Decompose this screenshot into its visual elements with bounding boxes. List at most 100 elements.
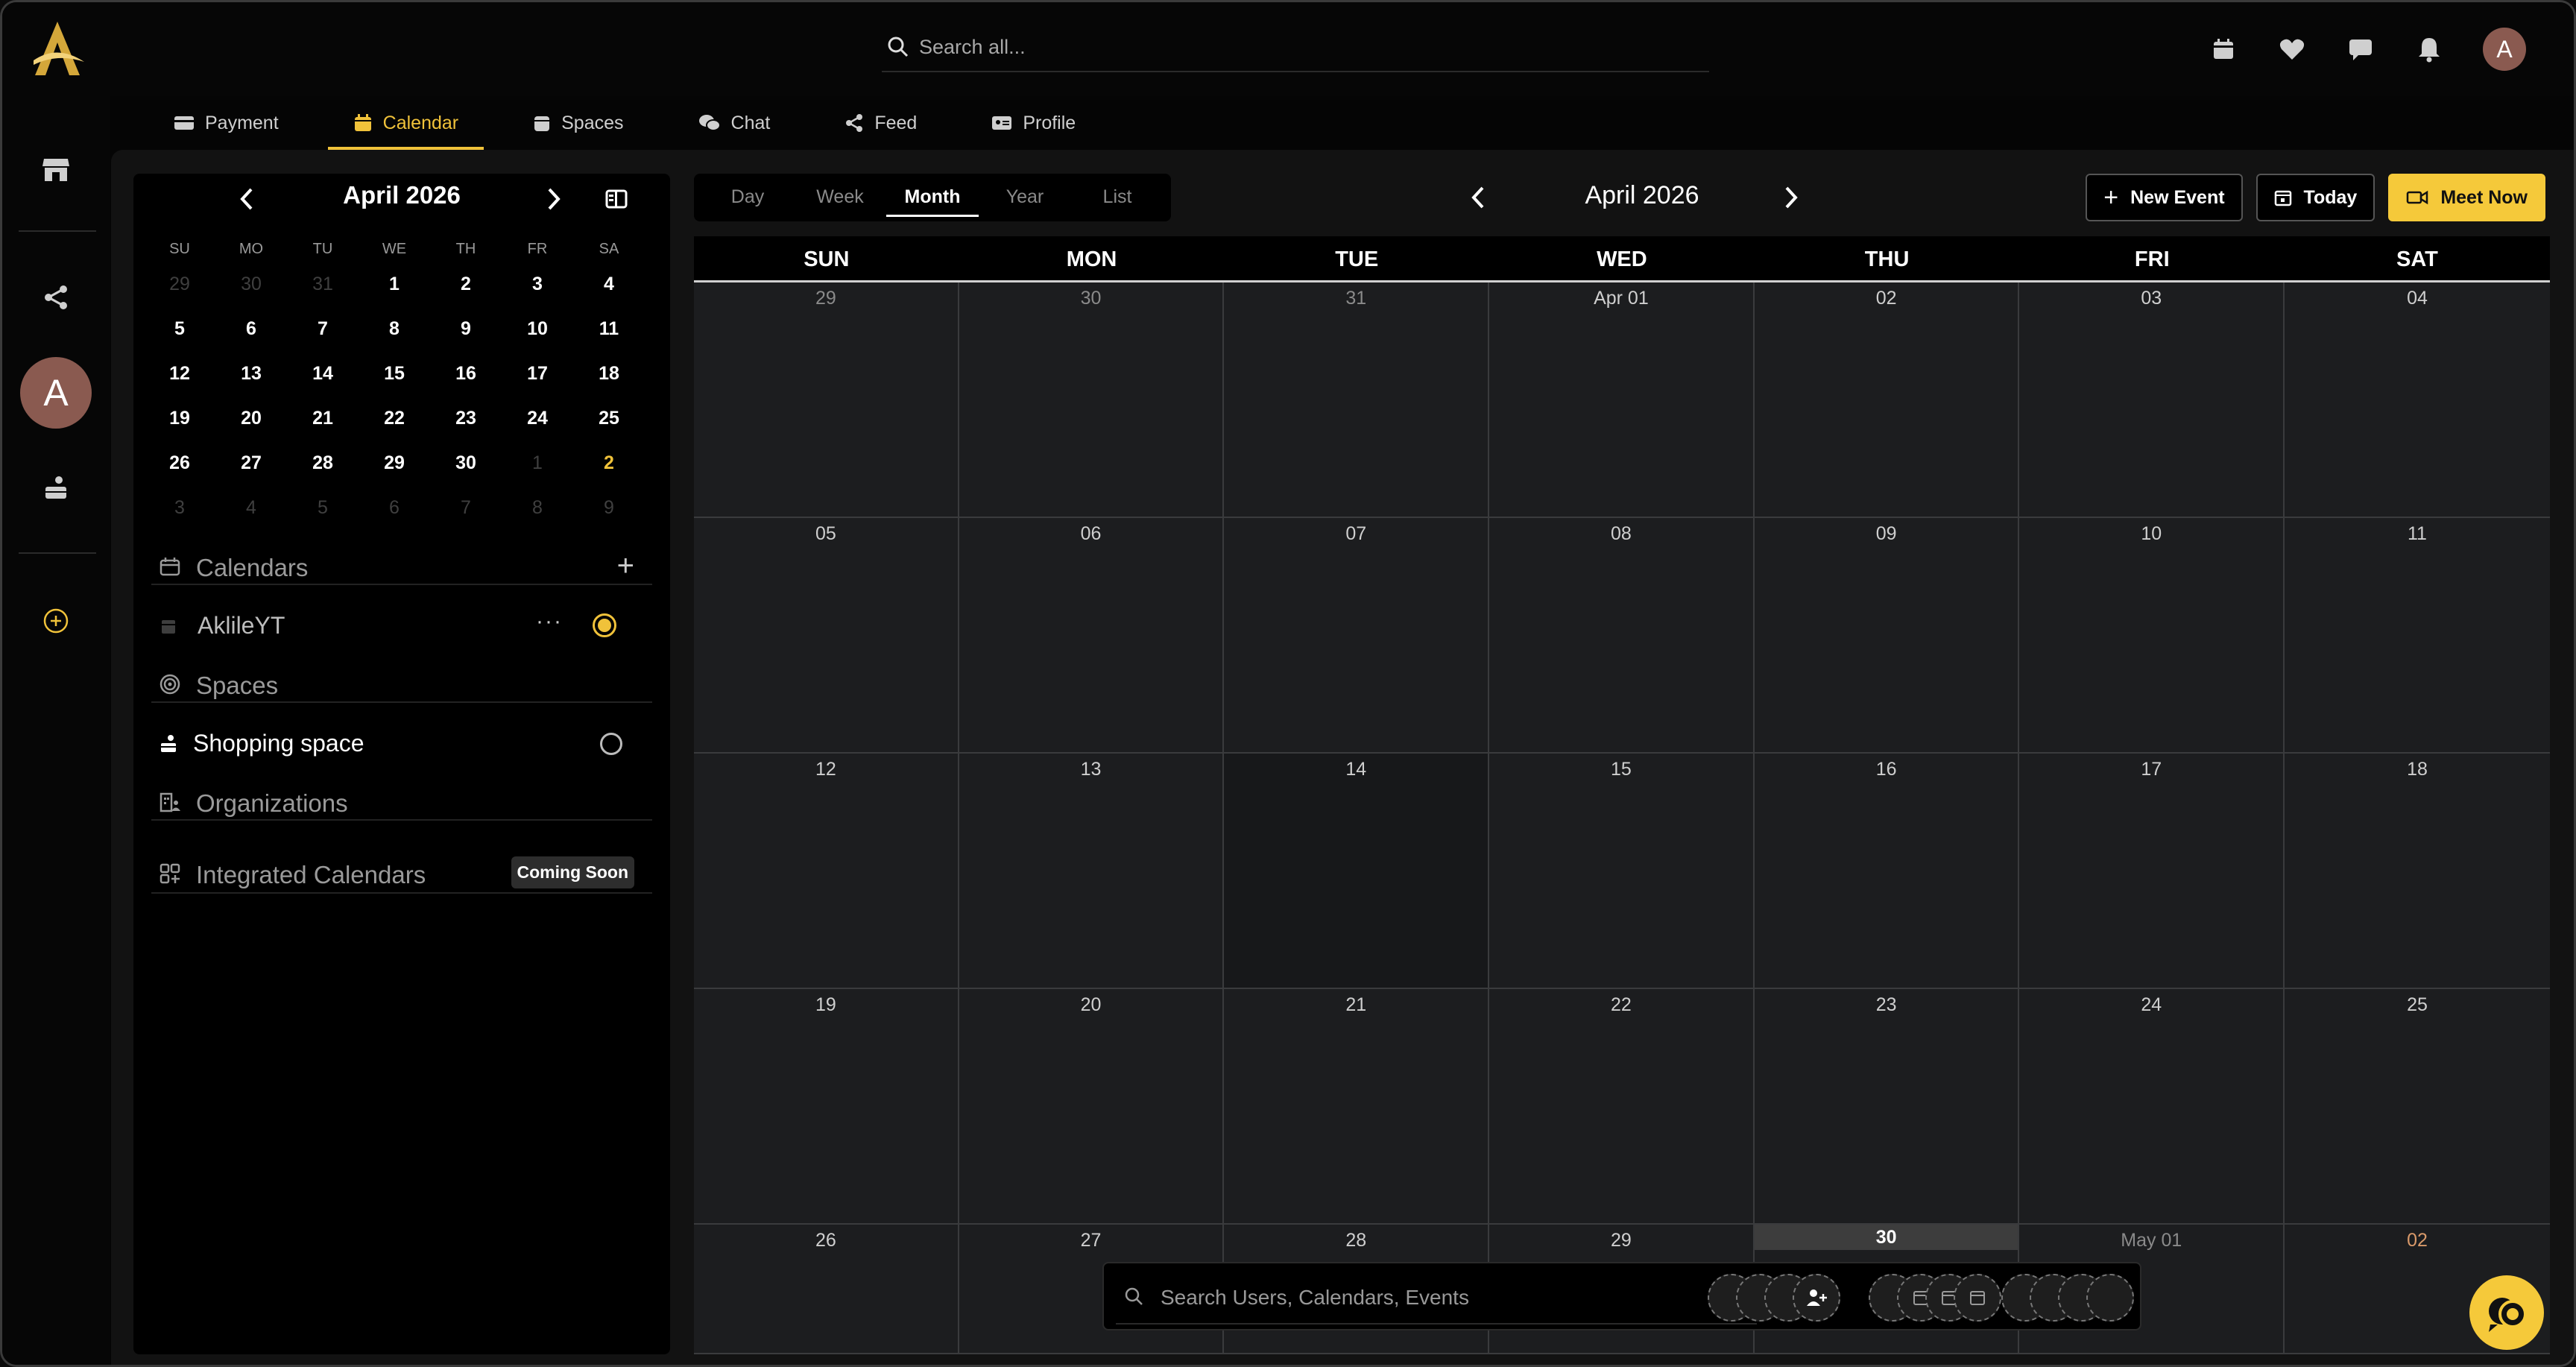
mini-day[interactable]: 24 (502, 396, 573, 441)
mini-day[interactable]: 14 (287, 351, 359, 396)
heart-icon[interactable] (2277, 34, 2307, 64)
mini-day[interactable]: 9 (573, 485, 645, 530)
day-cell[interactable]: 08 (1489, 518, 1755, 754)
sidebar-toggle-button[interactable] (602, 184, 631, 214)
mini-day[interactable]: 16 (430, 351, 502, 396)
mini-day[interactable]: 4 (573, 262, 645, 306)
new-event-button[interactable]: + New Event (2086, 174, 2243, 221)
mini-next-month-button[interactable] (539, 184, 569, 214)
mini-day[interactable]: 20 (215, 396, 287, 441)
mini-day[interactable]: 7 (287, 306, 359, 351)
mini-day[interactable]: 5 (287, 485, 359, 530)
mini-day[interactable]: 18 (573, 351, 645, 396)
mini-day[interactable]: 10 (502, 306, 573, 351)
mini-day[interactable]: 23 (430, 396, 502, 441)
day-cell[interactable]: Apr 01 (1489, 282, 1755, 518)
space-item[interactable]: Shopping space (151, 722, 652, 767)
day-cell[interactable]: 31 (1224, 282, 1490, 518)
mini-day[interactable]: 1 (502, 441, 573, 485)
mini-day[interactable]: 6 (215, 306, 287, 351)
mini-day[interactable]: 11 (573, 306, 645, 351)
mini-day[interactable]: 25 (573, 396, 645, 441)
day-cell[interactable]: 04 (2285, 282, 2550, 518)
prev-month-button[interactable] (1463, 183, 1493, 212)
tab-payment[interactable]: Payment (136, 96, 316, 150)
mini-day[interactable]: 1 (359, 262, 430, 306)
mini-day[interactable]: 29 (144, 262, 215, 306)
global-search[interactable] (882, 26, 1709, 72)
support-chat-button[interactable] (2469, 1275, 2544, 1350)
tab-calendar[interactable]: Calendar (316, 96, 496, 150)
share-icon[interactable] (34, 275, 78, 320)
mini-prev-month-button[interactable] (232, 184, 262, 214)
day-cell[interactable]: 14 (1224, 754, 1490, 989)
calendar-bubbles[interactable] (1869, 1274, 2001, 1322)
mini-day[interactable]: 9 (430, 306, 502, 351)
mini-day[interactable]: 7 (430, 485, 502, 530)
mini-day[interactable]: 28 (287, 441, 359, 485)
mini-day[interactable]: 2 (430, 262, 502, 306)
today-button[interactable]: Today (2255, 174, 2375, 221)
store-icon[interactable] (34, 147, 78, 192)
day-cell[interactable]: 21 (1224, 989, 1490, 1225)
view-list-button[interactable]: List (1071, 174, 1164, 221)
mini-day[interactable]: 3 (502, 262, 573, 306)
mini-day[interactable]: 30 (215, 262, 287, 306)
day-cell[interactable]: 05 (694, 518, 959, 754)
day-cell[interactable]: 30 (959, 282, 1225, 518)
space-visibility-toggle[interactable] (600, 733, 622, 755)
day-cell[interactable]: 16 (1754, 754, 2020, 989)
view-month-button[interactable]: Month (886, 174, 979, 221)
mini-day[interactable]: 6 (359, 485, 430, 530)
mini-day[interactable]: 27 (215, 441, 287, 485)
mini-day[interactable]: 15 (359, 351, 430, 396)
calendar-item-menu-button[interactable]: ··· (536, 609, 563, 634)
mini-day-today[interactable]: 2 (573, 441, 645, 485)
day-cell[interactable]: 15 (1489, 754, 1755, 989)
mini-day[interactable]: 29 (359, 441, 430, 485)
mini-day[interactable]: 8 (359, 306, 430, 351)
day-cell[interactable]: 09 (1754, 518, 2020, 754)
user-avatar[interactable]: A (2483, 28, 2526, 71)
global-search-input[interactable] (919, 32, 1664, 62)
mini-day[interactable]: 5 (144, 306, 215, 351)
day-cell[interactable]: 02 (1754, 282, 2020, 518)
mini-day[interactable]: 13 (215, 351, 287, 396)
mini-day[interactable]: 3 (144, 485, 215, 530)
day-cell[interactable]: 06 (959, 518, 1225, 754)
add-calendar-button[interactable]: + (617, 551, 634, 581)
day-cell[interactable]: 17 (2019, 754, 2285, 989)
add-user-icon[interactable] (1793, 1274, 1840, 1322)
event-bubbles[interactable] (2001, 1274, 2134, 1322)
user-bubbles[interactable] (1708, 1274, 1840, 1322)
space-person-icon[interactable] (34, 466, 78, 511)
tab-feed[interactable]: Feed (807, 96, 954, 150)
rail-user-avatar[interactable]: A (20, 357, 92, 429)
mini-day[interactable]: 17 (502, 351, 573, 396)
mini-day[interactable]: 12 (144, 351, 215, 396)
day-cell[interactable]: 23 (1754, 989, 2020, 1225)
tab-chat[interactable]: Chat (661, 96, 808, 150)
mini-day[interactable]: 8 (502, 485, 573, 530)
calendar-icon[interactable] (2209, 34, 2238, 64)
event-bubble[interactable] (2086, 1274, 2134, 1322)
day-cell[interactable]: 10 (2019, 518, 2285, 754)
add-circle-icon[interactable] (34, 599, 78, 643)
meet-now-button[interactable]: Meet Now (2388, 174, 2545, 221)
day-cell[interactable]: 07 (1224, 518, 1490, 754)
view-week-button[interactable]: Week (794, 174, 886, 221)
day-cell[interactable]: 25 (2285, 989, 2550, 1225)
mini-day[interactable]: 31 (287, 262, 359, 306)
calendar-visibility-toggle[interactable] (593, 613, 616, 637)
mini-day[interactable]: 4 (215, 485, 287, 530)
mini-day[interactable]: 19 (144, 396, 215, 441)
calendar-item[interactable]: AklileYT ··· (151, 604, 652, 649)
tab-spaces[interactable]: Spaces (496, 96, 660, 150)
chat-bubble-icon[interactable] (2346, 34, 2375, 64)
day-cell[interactable]: 20 (959, 989, 1225, 1225)
day-cell[interactable]: 22 (1489, 989, 1755, 1225)
calendar-bubble-icon[interactable] (1954, 1274, 2001, 1322)
mini-day[interactable]: 22 (359, 396, 430, 441)
tab-profile[interactable]: Profile (954, 96, 1113, 150)
next-month-button[interactable] (1776, 183, 1806, 212)
